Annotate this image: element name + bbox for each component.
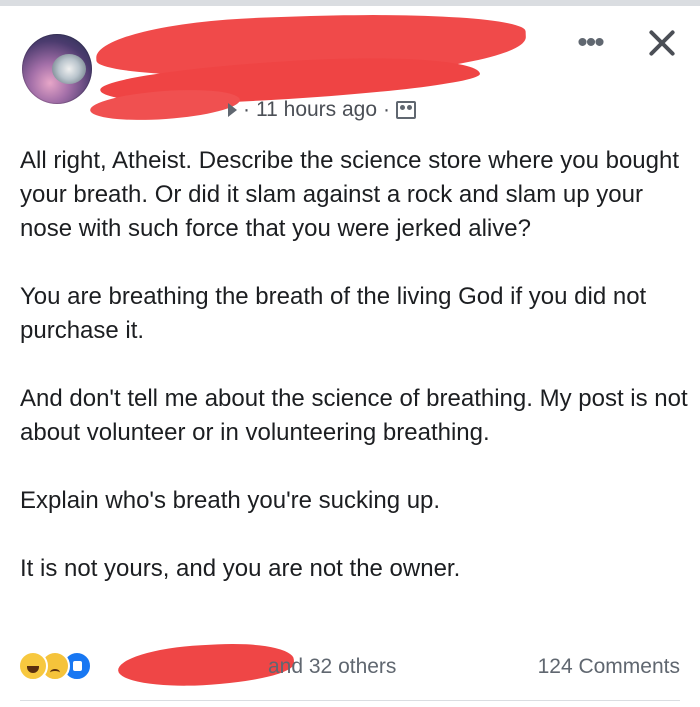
avatar[interactable]: [22, 34, 92, 104]
friends-icon[interactable]: [396, 101, 417, 119]
reactions-others-link[interactable]: and 32 others: [268, 655, 396, 679]
post-body: All right, Atheist. Describe the science…: [20, 144, 690, 586]
post-paragraph: Explain who's breath you're sucking up.: [20, 487, 441, 514]
comments-count-link[interactable]: 124 Comments: [538, 655, 680, 679]
post-timestamp[interactable]: 11 hours ago: [256, 98, 377, 122]
post-paragraph: You are breathing the breath of the livi…: [20, 283, 647, 344]
meta-separator-2: ·: [383, 98, 391, 121]
post-paragraph: And don't tell me about the science of b…: [20, 385, 688, 446]
meta-separator: ·: [243, 98, 250, 121]
post-meta: · 11 hours ago ·: [228, 98, 417, 122]
post-paragraph: All right, Atheist. Describe the science…: [20, 147, 680, 242]
post-paragraph: It is not yours, and you are not the own…: [20, 555, 461, 582]
close-icon[interactable]: [640, 22, 684, 66]
post-header: · 11 hours ago · •••: [0, 6, 700, 126]
caret-icon: [228, 103, 237, 117]
avatar-image: [52, 54, 86, 84]
divider: [20, 700, 680, 701]
more-options-button[interactable]: •••: [570, 28, 610, 58]
post-footer: and 32 others 124 Comments: [0, 640, 700, 690]
reaction-summary[interactable]: [18, 651, 92, 681]
haha-icon: [18, 651, 48, 681]
